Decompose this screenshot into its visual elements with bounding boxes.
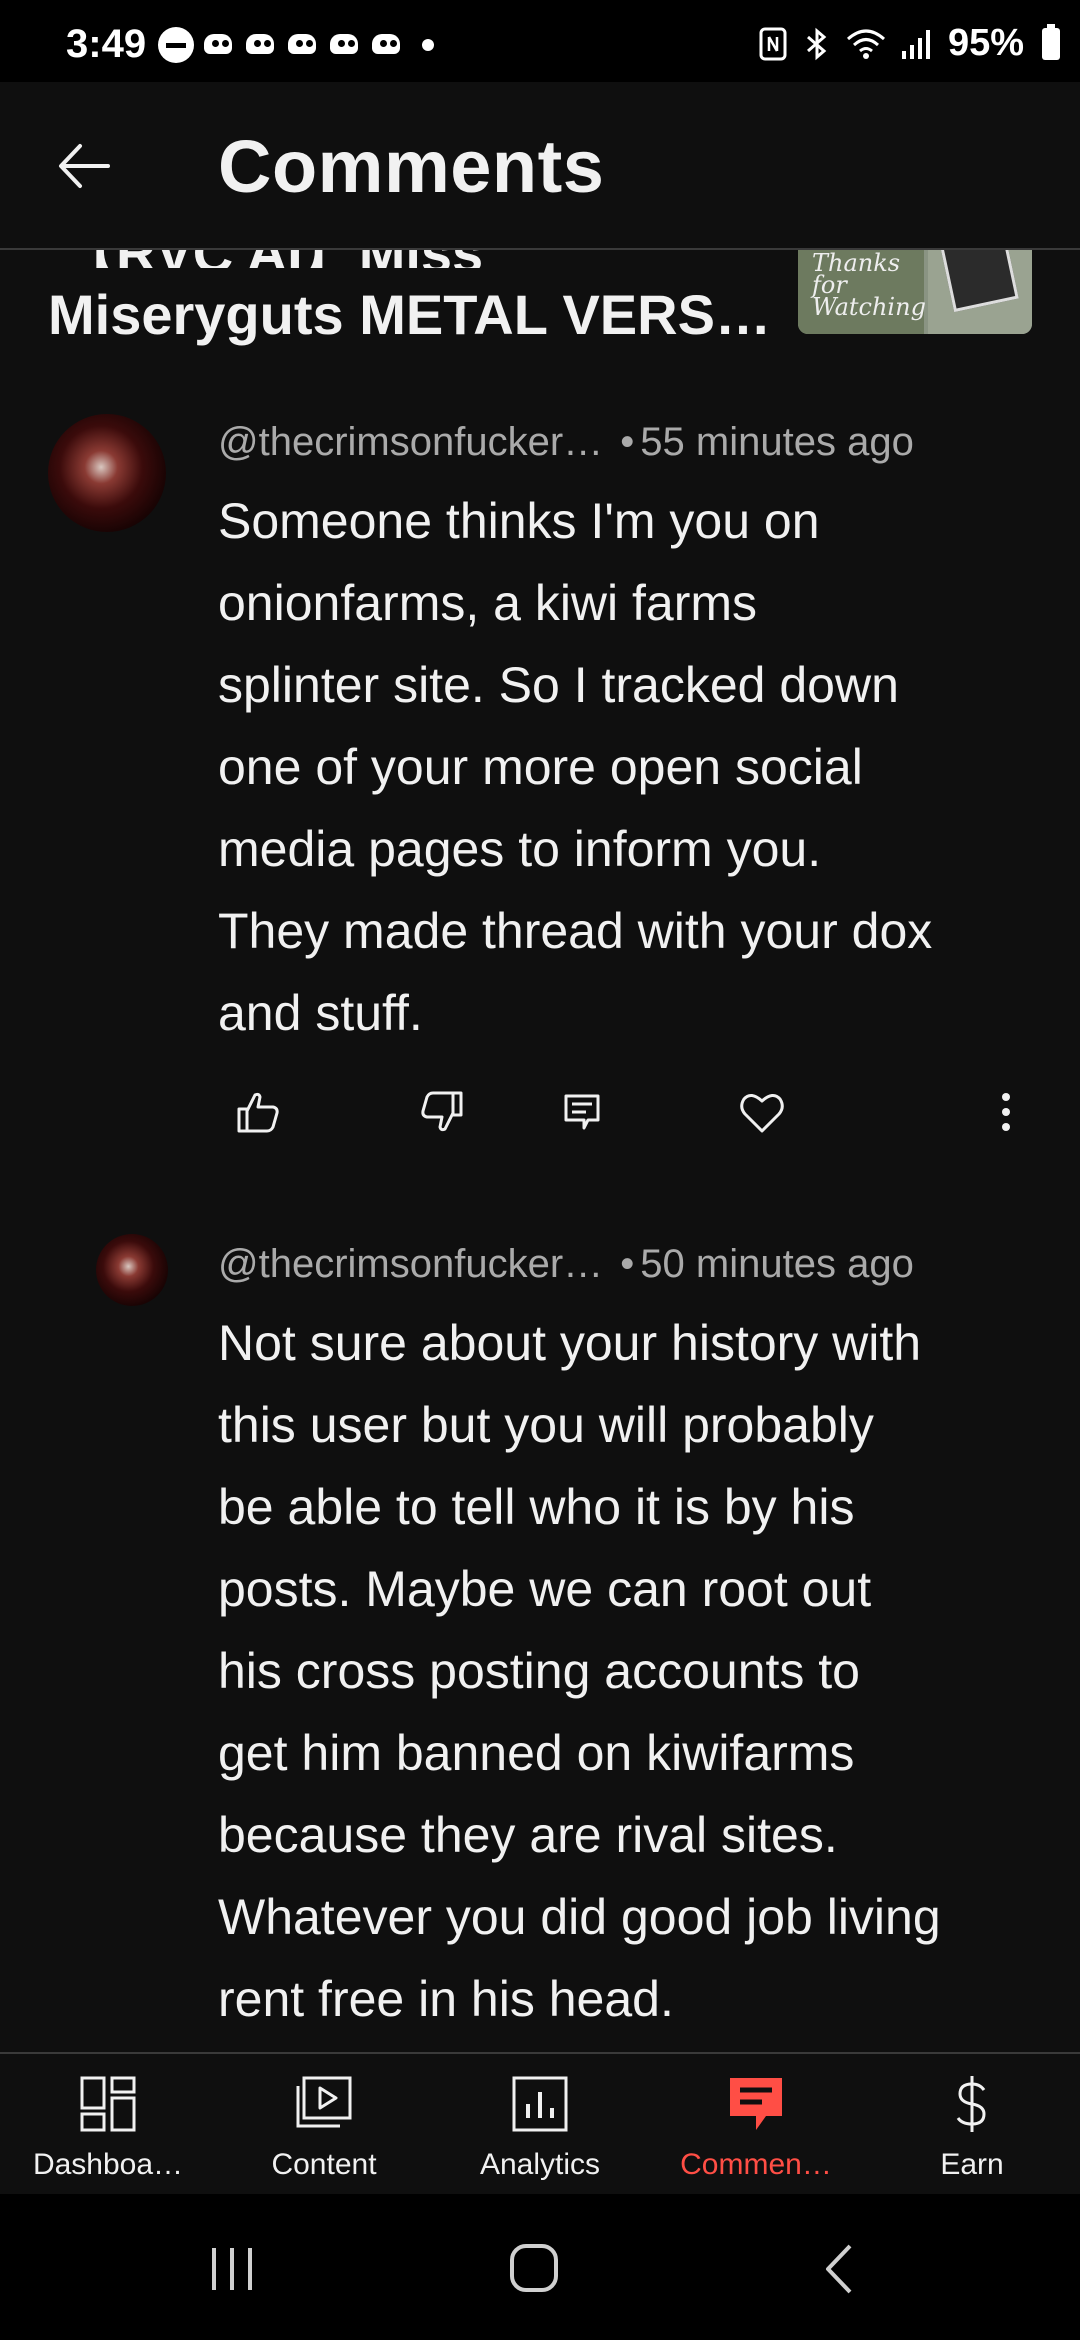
reply-button[interactable]	[552, 1082, 612, 1142]
nav-content[interactable]: Content	[216, 2054, 432, 2196]
recent-apps-icon[interactable]	[192, 2234, 272, 2304]
wifi-icon	[846, 29, 885, 59]
home-icon[interactable]	[494, 2234, 574, 2304]
avatar[interactable]	[96, 1234, 168, 1306]
signal-icon	[901, 29, 930, 59]
bluetooth-icon	[806, 27, 827, 60]
nfc-icon	[759, 27, 787, 60]
bottom-nav: Dashboa… Content Analytics Commen… Earn	[0, 2052, 1080, 2196]
video-title: Miseryguts METAL VERS…	[48, 283, 771, 346]
nav-earn[interactable]: Earn	[864, 2054, 1080, 2196]
notification-icon	[328, 30, 362, 60]
arrow-left-icon[interactable]	[50, 126, 130, 206]
page-title: Comments	[218, 125, 605, 208]
comment-meta: @thecrimsonfucker… • 55 minutes ago	[218, 420, 914, 464]
nav-comments[interactable]: Commen…	[648, 2054, 864, 2196]
do-not-disturb-icon	[158, 27, 194, 63]
status-right: 95%	[758, 22, 1060, 65]
notification-icon	[286, 30, 320, 60]
app-header: Comments	[0, 82, 1080, 250]
comment-actions	[0, 1082, 1080, 1162]
notification-icon	[370, 30, 404, 60]
video-title-top-partial: 【RVC AI】Miss	[60, 250, 483, 268]
comments-icon	[730, 2078, 782, 2130]
notification-icon	[244, 30, 278, 60]
comment-meta: @thecrimsonfucker… • 50 minutes ago	[218, 1242, 914, 1286]
status-bar: 3:49 95%	[0, 0, 1080, 82]
thumb-down-icon	[421, 1091, 463, 1132]
comment-text: Someone thinks I'm you on onionfarms, a …	[218, 493, 933, 1041]
dislike-button[interactable]	[412, 1082, 472, 1142]
comment-author[interactable]: @thecrimsonfucker…	[218, 1242, 603, 1286]
more-vert-icon	[1002, 1093, 1010, 1131]
avatar[interactable]	[48, 414, 166, 532]
more-options-button[interactable]	[976, 1082, 1036, 1142]
analytics-icon	[512, 2076, 568, 2132]
notification-icons	[158, 27, 434, 63]
dashboard-icon	[80, 2076, 136, 2132]
nav-dashboard[interactable]: Dashboa…	[0, 2054, 216, 2196]
reply-icon	[564, 1094, 600, 1130]
comment-author[interactable]: @thecrimsonfucker…	[218, 420, 603, 464]
notification-icon	[202, 30, 236, 60]
comment-text: Not sure about your history with this us…	[218, 1315, 941, 2027]
battery-percent: 95%	[947, 22, 1024, 64]
nav-analytics[interactable]: Analytics	[432, 2054, 648, 2196]
thumb-up-icon	[237, 1092, 279, 1133]
video-title-overflow: 【RVC AI】Miss	[0, 250, 1080, 268]
status-time: 3:49	[66, 22, 147, 66]
heart-button[interactable]	[732, 1082, 792, 1142]
back-icon[interactable]	[800, 2234, 880, 2304]
content-icon	[296, 2076, 352, 2128]
comment-time: 50 minutes ago	[640, 1242, 914, 1286]
battery-icon	[1042, 23, 1060, 60]
comment-time: 55 minutes ago	[640, 420, 914, 464]
dollar-icon	[956, 2076, 986, 2132]
system-nav-bar	[0, 2194, 1080, 2340]
more-dot-icon	[422, 39, 434, 51]
like-button[interactable]	[228, 1082, 288, 1142]
heart-icon	[740, 1094, 784, 1133]
